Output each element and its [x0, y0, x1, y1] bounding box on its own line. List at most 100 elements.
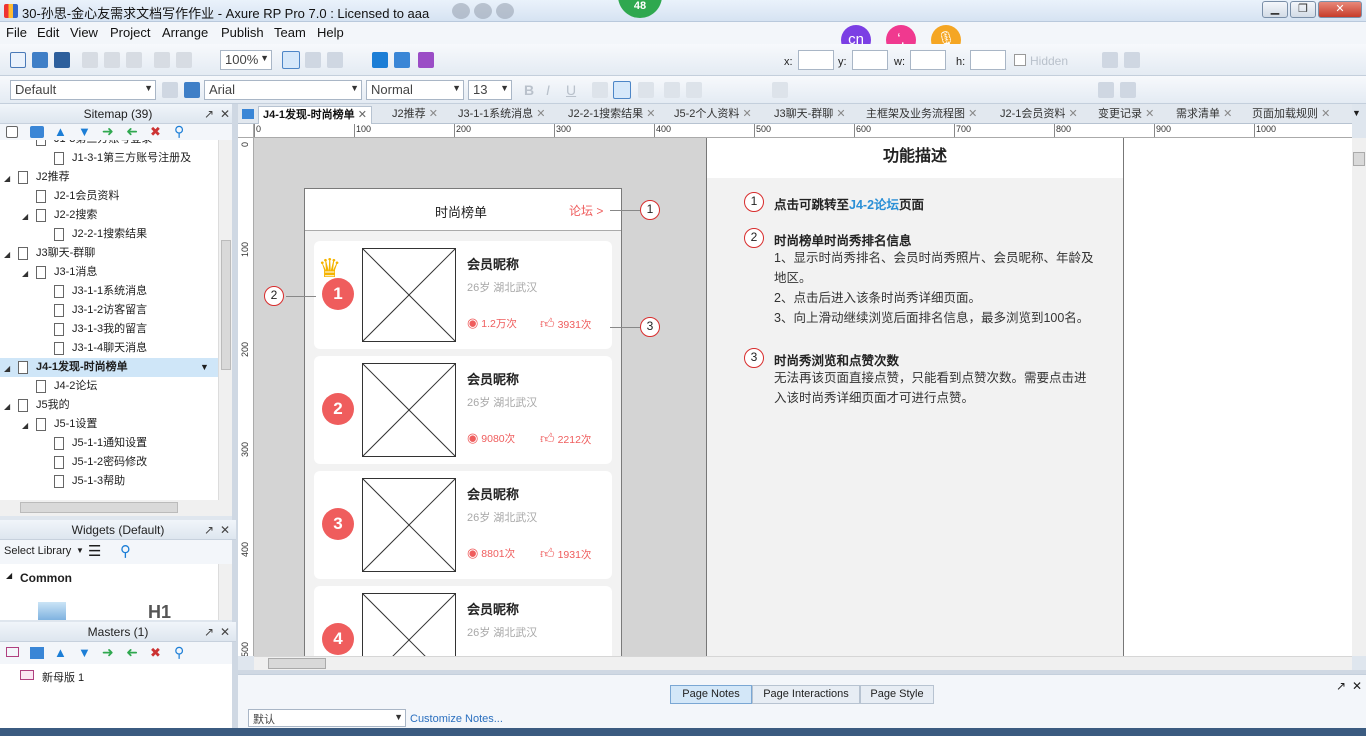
connector-select-icon[interactable] — [305, 52, 321, 68]
underline-icon[interactable]: U — [566, 82, 576, 98]
move-down-icon[interactable]: ▼ — [78, 645, 91, 660]
ranking-card[interactable]: ♛ 1 会员昵称 26岁 湖北武汉 ◉ 1.2万次 👍︎ 3931次 — [314, 241, 612, 349]
publish-icon[interactable] — [418, 52, 434, 68]
heading1-widget[interactable]: H1 — [148, 602, 171, 623]
menu-help[interactable]: Help — [317, 25, 344, 40]
forum-page-link[interactable]: J4-2论坛 — [849, 198, 899, 212]
paint-bucket-icon[interactable] — [184, 82, 200, 98]
sitemap-item[interactable]: ◢ J2-2搜索 — [0, 206, 218, 225]
menu-file[interactable]: File — [6, 25, 27, 40]
expand-icon[interactable]: ◢ — [4, 245, 10, 264]
tab-list-icon[interactable] — [242, 109, 254, 119]
font-size-select[interactable]: 13 ▼ — [468, 80, 512, 100]
expand-icon[interactable]: ◢ — [4, 169, 10, 188]
sitemap-item[interactable]: J3-1-1系统消息 — [0, 282, 218, 301]
italic-icon[interactable]: I — [546, 82, 550, 98]
forum-link[interactable]: 论坛 > — [569, 202, 603, 219]
zoom-select[interactable]: 100% ▼ — [220, 50, 272, 70]
bullet-list-icon[interactable] — [664, 82, 680, 98]
save-icon[interactable] — [54, 52, 70, 68]
delete-page-icon[interactable]: ✖ — [150, 124, 161, 140]
master-item[interactable]: 新母版 1 — [42, 669, 84, 685]
ranking-card[interactable]: 4 会员昵称 26岁 湖北武汉 — [314, 586, 612, 656]
pin-icon[interactable]: ↗ — [1336, 679, 1346, 693]
search-icon[interactable]: ⚲ — [120, 542, 131, 560]
align-objects-icon[interactable] — [772, 82, 788, 98]
sitemap-item[interactable]: ◢ J3-1消息 — [0, 263, 218, 282]
tab-j3-1-1[interactable]: J3-1-1系统消息 ✕ — [458, 106, 545, 124]
widgets-scrollbar[interactable] — [218, 564, 232, 620]
outdent-icon[interactable]: ➜ — [126, 644, 138, 661]
pin-icon[interactable]: ↗ — [204, 622, 214, 642]
sitemap-item[interactable]: J5-1-1通知设置 — [0, 434, 218, 453]
canvas-hscroll-thumb[interactable] — [268, 658, 326, 669]
sitemap-hscroll-thumb[interactable] — [20, 502, 178, 513]
sitemap-item[interactable]: ◢ J3聊天-群聊 — [0, 244, 218, 263]
expand-icon[interactable]: ◢ — [22, 264, 28, 283]
help-icon[interactable] — [474, 3, 492, 19]
customize-notes-link[interactable]: Customize Notes... — [410, 713, 503, 725]
sitemap-item[interactable]: J1-3-1第三方账号注册及 — [0, 149, 218, 168]
maximize-button[interactable]: ❐ — [1290, 1, 1316, 18]
menu-edit[interactable]: Edit — [37, 25, 59, 40]
chevron-down-icon[interactable]: ▼ — [76, 546, 84, 555]
add-page-icon[interactable] — [6, 126, 18, 138]
menu-lines-icon[interactable]: ☰ — [88, 542, 101, 560]
preview-icon[interactable] — [372, 52, 388, 68]
close-tab-icon[interactable]: ✕ — [358, 109, 367, 121]
indent-icon[interactable]: ➜ — [102, 123, 114, 140]
mic-small-icon[interactable] — [496, 3, 514, 19]
format-painter-icon[interactable] — [162, 82, 178, 98]
tab-page-interactions[interactable]: Page Interactions — [752, 685, 860, 704]
close-tab-icon[interactable]: ✕ — [1223, 108, 1232, 120]
chevron-down-icon[interactable]: ▼ — [200, 358, 209, 377]
close-panel-icon[interactable]: ✕ — [220, 104, 230, 124]
sitemap-item[interactable]: J5-1-3帮助 — [0, 472, 218, 491]
tab-page-style[interactable]: Page Style — [860, 685, 934, 704]
bold-icon[interactable]: B — [524, 82, 534, 98]
sitemap-item[interactable]: J1-3第三方账号登录 — [0, 140, 218, 149]
close-tab-icon[interactable]: ✕ — [429, 108, 438, 120]
tab-page-notes[interactable]: Page Notes — [670, 685, 752, 704]
menu-project[interactable]: Project — [110, 25, 150, 40]
sitemap-hscrollbar[interactable] — [0, 500, 232, 516]
align-center-icon[interactable] — [613, 81, 631, 99]
sitemap-item[interactable]: ◢ J4-1发现-时尚榜单 ▼ — [0, 358, 218, 377]
paste-icon[interactable] — [126, 52, 142, 68]
pin-icon[interactable]: ↗ — [204, 104, 214, 124]
tab-j4-1[interactable]: J4-1发现-时尚榜单 ✕ — [258, 106, 372, 124]
hidden-checkbox[interactable] — [1014, 54, 1026, 66]
unlock-position-icon[interactable] — [1120, 82, 1136, 98]
tab-j2[interactable]: J2推荐 ✕ — [392, 106, 438, 124]
add-folder-icon[interactable] — [30, 126, 44, 138]
expand-icon[interactable]: ◢ — [22, 416, 28, 435]
tab-j3[interactable]: J3聊天-群聊 ✕ — [774, 106, 846, 124]
expand-icon[interactable]: ◢ — [4, 359, 10, 378]
close-panel-icon[interactable]: ✕ — [220, 520, 230, 540]
tab-framework[interactable]: 主框架及业务流程图 ✕ — [866, 106, 977, 124]
new-file-icon[interactable] — [10, 52, 26, 68]
close-tab-icon[interactable]: ✕ — [536, 108, 545, 120]
close-tab-icon[interactable]: ✕ — [742, 108, 751, 120]
expand-icon[interactable]: ◢ — [22, 207, 28, 226]
outdent-icon[interactable]: ➜ — [126, 123, 138, 140]
connector-icon[interactable] — [327, 52, 343, 68]
image-widget-icon[interactable] — [38, 602, 66, 620]
sitemap-item[interactable]: J2-1会员资料 — [0, 187, 218, 206]
menu-view[interactable]: View — [70, 25, 98, 40]
lock-position-icon[interactable] — [1098, 82, 1114, 98]
sitemap-scrollbar[interactable] — [218, 140, 232, 500]
tab-j5-2[interactable]: J5-2个人资料 ✕ — [674, 106, 752, 124]
h-field[interactable] — [970, 50, 1006, 70]
sitemap-scroll-thumb[interactable] — [221, 240, 231, 370]
tab-requirements[interactable]: 需求清单 ✕ — [1176, 106, 1232, 124]
move-up-icon[interactable]: ▲ — [54, 645, 67, 660]
tab-overflow-icon[interactable]: ▼ — [1352, 108, 1361, 118]
ranking-card[interactable]: 2 会员昵称 26岁 湖北武汉 ◉ 9080次 👍︎ 2212次 — [314, 356, 612, 464]
close-tab-icon[interactable]: ✕ — [968, 108, 977, 120]
indent-icon[interactable]: ➜ — [102, 644, 114, 661]
share-icon[interactable] — [394, 52, 410, 68]
sitemap-item[interactable]: J3-1-2访客留言 — [0, 301, 218, 320]
font-select[interactable]: Arial ▼ — [204, 80, 362, 100]
sitemap-item[interactable]: J2-2-1搜索结果 — [0, 225, 218, 244]
